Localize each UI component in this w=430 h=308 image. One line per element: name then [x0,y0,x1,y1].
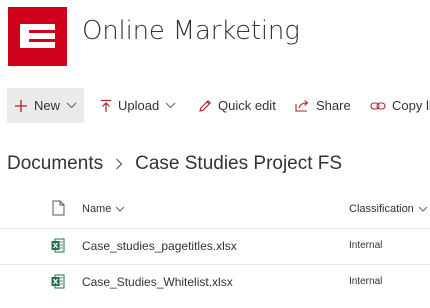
plus-icon [14,99,28,113]
column-header-classification-label: Classification [349,203,414,215]
chevron-down-icon [66,102,77,109]
table-row[interactable]: Case_studies_pagetitles.xlsx Internal [0,228,430,263]
share-icon [295,99,310,112]
quick-edit-label: Quick edit [218,98,276,113]
copy-link-button[interactable]: Copy link [370,88,430,123]
quick-edit-button[interactable]: Quick edit [198,88,276,123]
list-column-headers: Name Classification [0,196,430,222]
column-header-name[interactable]: Name [82,203,125,215]
file-name-link[interactable]: Case_studies_pagetitles.xlsx [82,239,237,253]
new-label: New [34,98,61,113]
pencil-icon [198,99,212,113]
column-header-name-label: Name [82,203,112,215]
file-type-icon[interactable] [52,200,65,221]
chevron-down-icon [418,206,428,212]
upload-label: Upload [118,98,160,113]
upload-button[interactable]: Upload [100,88,176,123]
chevron-down-icon [115,206,125,212]
chevron-down-icon [165,102,176,109]
copy-link-label: Copy link [392,98,430,113]
column-header-classification[interactable]: Classification [349,203,428,215]
excel-file-icon [51,274,65,294]
breadcrumb: Documents Case Studies Project FS [7,152,342,176]
breadcrumb-documents[interactable]: Documents [7,153,103,175]
share-label: Share [316,98,351,113]
chevron-right-icon [115,158,123,170]
site-header: Online Marketing [0,0,430,80]
upload-icon [100,99,112,113]
new-button[interactable]: New [7,88,84,123]
site-title[interactable]: Online Marketing [82,16,300,46]
breadcrumb-current-folder: Case Studies Project FS [135,153,343,174]
link-icon [370,101,386,111]
table-row[interactable]: Case_Studies_Whitelist.xlsx Internal [0,264,430,299]
excel-file-icon [51,238,65,258]
logo-e-icon [20,24,55,48]
share-button[interactable]: Share [295,88,351,123]
site-logo[interactable] [8,7,67,66]
classification-value: Internal [349,276,383,287]
classification-value: Internal [349,240,383,251]
command-bar: New Upload Quick edit Share Copy link [0,88,430,123]
file-name-link[interactable]: Case_Studies_Whitelist.xlsx [82,275,233,289]
